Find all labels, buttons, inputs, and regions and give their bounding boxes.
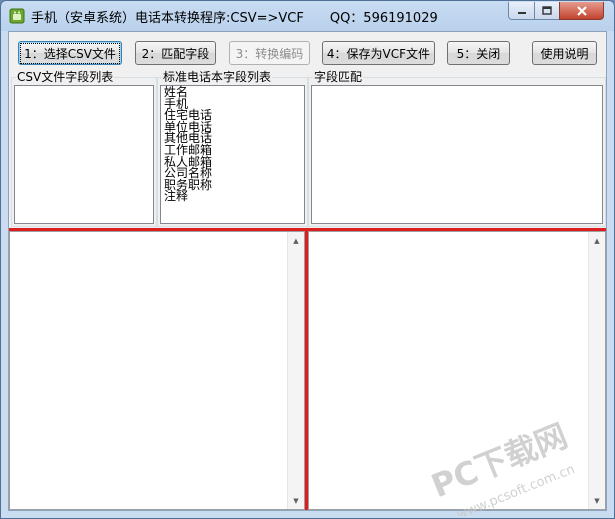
help-label: 使用说明: [540, 46, 589, 61]
convert-encoding-label: 3：转换编码: [235, 46, 304, 61]
scroll-up-icon[interactable]: ▲: [288, 232, 304, 249]
save-vcf-button[interactable]: 4：保存为VCF文件: [322, 41, 435, 65]
field-match-list[interactable]: [311, 85, 603, 224]
field-match-group: 字段匹配: [308, 70, 606, 227]
save-vcf-label: 4：保存为VCF文件: [326, 46, 431, 61]
csv-fields-label: CSV文件字段列表: [16, 70, 115, 84]
maximize-button[interactable]: [534, 2, 560, 20]
std-field-item[interactable]: 注释: [164, 191, 304, 203]
window-title-text: 手机（安卓系统）电话本转换程序:CSV=>VCF: [31, 11, 304, 26]
csv-fields-list[interactable]: [14, 85, 154, 224]
maximize-icon: [542, 6, 552, 15]
scroll-up-icon[interactable]: ▲: [589, 232, 605, 249]
scroll-down-icon[interactable]: ▼: [288, 492, 304, 509]
minimize-button[interactable]: [508, 2, 535, 20]
left-text-pane[interactable]: ▲ ▼: [9, 231, 305, 510]
title-bar[interactable]: 手机（安卓系统）电话本转换程序:CSV=>VCF QQ：596191029: [1, 1, 614, 31]
minimize-icon: [517, 11, 526, 14]
std-fields-group: 标准电话本字段列表 姓名 手机 住宅电话 单位电话 其他电话 工作邮箱 私人邮箱 公司名称 职务…: [157, 70, 308, 227]
close-app-label: 5：关闭: [456, 46, 501, 61]
match-fields-button[interactable]: 2：匹配字段: [135, 41, 216, 65]
android-app-icon: [9, 8, 25, 24]
match-fields-label: 2：匹配字段: [141, 46, 210, 61]
convert-encoding-button[interactable]: 3：转换编码: [229, 41, 310, 65]
left-scrollbar[interactable]: ▲ ▼: [287, 232, 304, 509]
help-button[interactable]: 使用说明: [532, 41, 597, 65]
csv-fields-group: CSV文件字段列表: [11, 70, 157, 227]
right-text-pane[interactable]: ▲ ▼: [308, 231, 606, 510]
std-fields-list[interactable]: 姓名 手机 住宅电话 单位电话 其他电话 工作邮箱 私人邮箱 公司名称 职务职称 注释: [160, 85, 305, 224]
select-csv-button[interactable]: 1：选择CSV文件: [18, 41, 122, 65]
right-scrollbar[interactable]: ▲ ▼: [588, 232, 605, 509]
field-match-label: 字段匹配: [313, 70, 364, 84]
window-title: 手机（安卓系统）电话本转换程序:CSV=>VCF QQ：596191029: [31, 7, 438, 26]
app-window: 手机（安卓系统）电话本转换程序:CSV=>VCF QQ：596191029 1：选…: [0, 0, 615, 519]
close-icon: [576, 5, 587, 16]
scroll-down-icon[interactable]: ▼: [589, 492, 605, 509]
qq-number: QQ：596191029: [329, 11, 438, 26]
std-fields-label: 标准电话本字段列表: [162, 70, 273, 84]
close-app-button[interactable]: 5：关闭: [447, 41, 510, 65]
select-csv-label: 1：选择CSV文件: [20, 42, 120, 64]
client-area: 1：选择CSV文件 2：匹配字段 3：转换编码 4：保存为VCF文件 5：关闭 …: [8, 31, 607, 511]
close-window-button[interactable]: [559, 2, 604, 20]
